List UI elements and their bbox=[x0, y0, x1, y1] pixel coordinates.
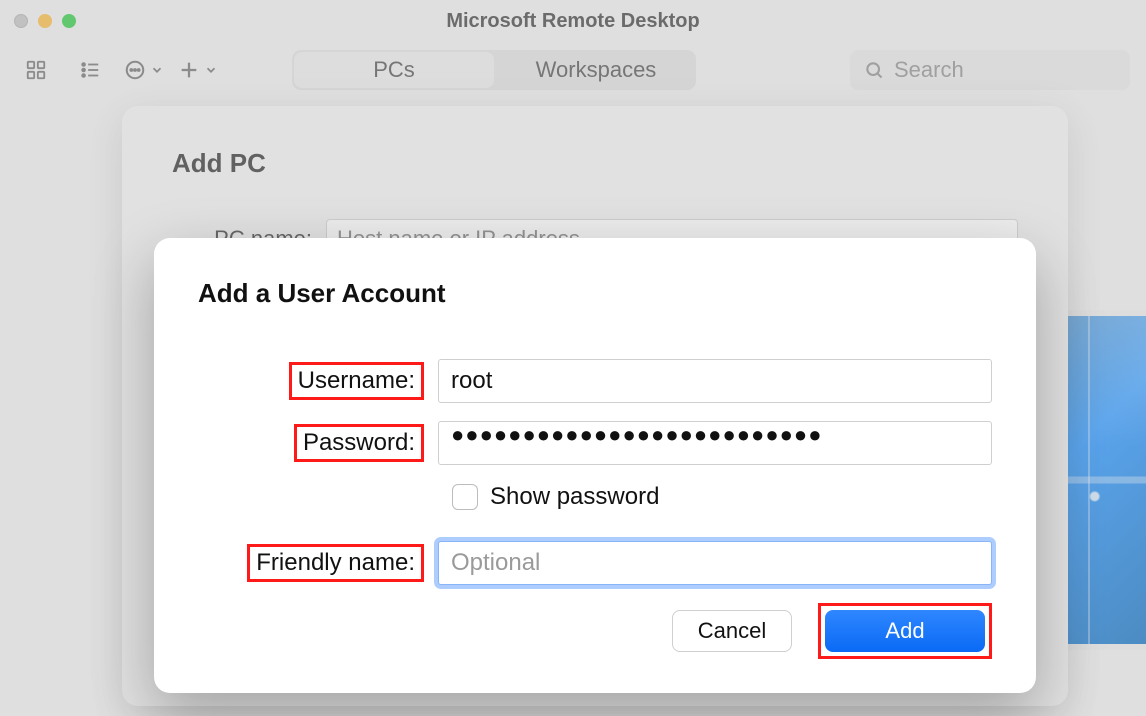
friendly-name-field[interactable] bbox=[438, 541, 992, 585]
add-menu-button[interactable] bbox=[178, 59, 218, 81]
search-input[interactable]: Search bbox=[850, 50, 1130, 90]
add-button-label: Add bbox=[885, 618, 924, 644]
titlebar: Microsoft Remote Desktop bbox=[0, 0, 1146, 42]
cancel-button[interactable]: Cancel bbox=[672, 610, 792, 652]
username-field[interactable] bbox=[438, 359, 992, 403]
chevron-down-icon bbox=[204, 63, 218, 77]
add-user-account-dialog: Add a User Account Username: Password: ●… bbox=[154, 238, 1036, 693]
list-view-button[interactable] bbox=[70, 53, 110, 87]
search-placeholder: Search bbox=[894, 57, 964, 83]
view-segmented-control: PCs Workspaces bbox=[292, 50, 696, 90]
add-button[interactable]: Add bbox=[825, 610, 985, 652]
chevron-down-icon bbox=[150, 63, 164, 77]
toolbar: PCs Workspaces Search bbox=[0, 42, 1146, 98]
username-label: Username: bbox=[289, 362, 424, 400]
tab-workspaces[interactable]: Workspaces bbox=[496, 50, 696, 90]
grid-view-button[interactable] bbox=[16, 53, 56, 87]
dialog-title: Add a User Account bbox=[198, 278, 992, 309]
password-label: Password: bbox=[294, 424, 424, 462]
cancel-button-label: Cancel bbox=[698, 618, 766, 644]
add-pc-title: Add PC bbox=[172, 148, 1018, 179]
search-icon bbox=[864, 60, 884, 80]
password-field[interactable]: ●●●●●●●●●●●●●●●●●●●●●●●●●● bbox=[438, 421, 992, 465]
friendly-name-label: Friendly name: bbox=[247, 544, 424, 582]
show-password-checkbox[interactable] bbox=[452, 484, 478, 510]
window-title: Microsoft Remote Desktop bbox=[0, 10, 1146, 33]
tab-pcs[interactable]: PCs bbox=[294, 52, 494, 88]
more-menu-button[interactable] bbox=[124, 59, 164, 81]
tab-workspaces-label: Workspaces bbox=[536, 57, 657, 83]
add-button-highlight: Add bbox=[818, 603, 992, 659]
tab-pcs-label: PCs bbox=[373, 57, 415, 83]
show-password-label: Show password bbox=[490, 483, 659, 511]
